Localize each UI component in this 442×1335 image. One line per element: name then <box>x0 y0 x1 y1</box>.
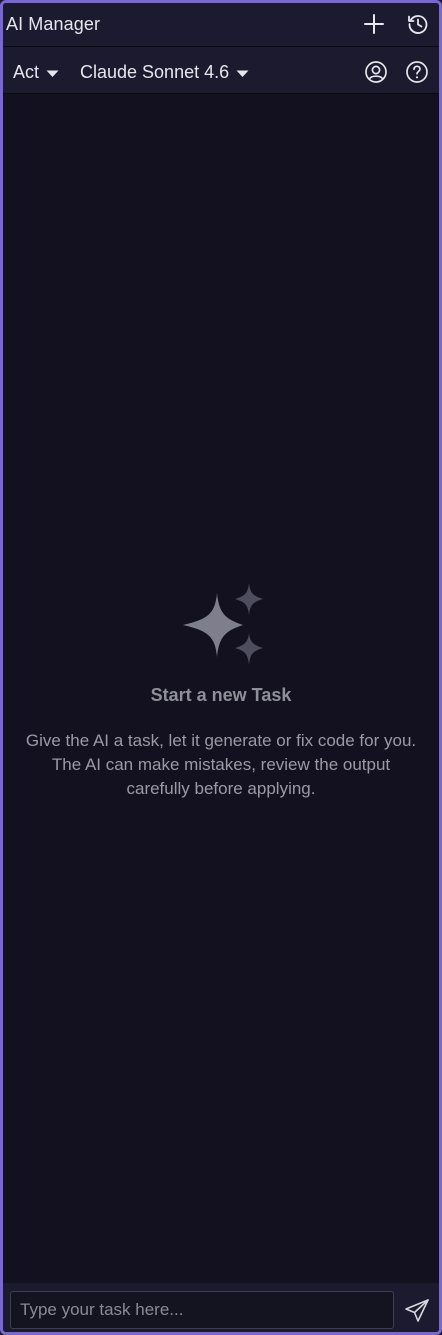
chevron-down-icon <box>46 62 59 83</box>
help-button[interactable] <box>404 59 430 85</box>
mode-label: Act <box>13 61 40 82</box>
chevron-down-icon <box>236 62 249 83</box>
empty-state-title: Start a new Task <box>150 685 292 705</box>
mode-toolbar: Act Claude Sonnet 4.6 <box>3 47 439 94</box>
mode-dropdown[interactable]: Act <box>13 61 59 83</box>
send-button[interactable] <box>403 1297 431 1325</box>
account-button[interactable] <box>363 59 389 85</box>
window-title: AI Manager <box>6 14 101 34</box>
help-circle-icon <box>406 61 428 83</box>
empty-state-description: Give the AI a task, let it generate or f… <box>25 731 417 798</box>
model-dropdown[interactable]: Claude Sonnet 4.6 <box>80 61 249 83</box>
sparkles-icon <box>183 583 263 665</box>
history-icon <box>408 15 428 34</box>
model-label: Claude Sonnet 4.6 <box>80 61 230 82</box>
title-bar: AI Manager <box>3 3 439 47</box>
send-icon <box>405 1299 429 1322</box>
task-input[interactable] <box>10 1291 394 1329</box>
task-input-bar <box>3 1283 439 1332</box>
ai-manager-panel: AI Manager Act Claude Sonnet 4.6 Start a… <box>0 0 442 1335</box>
new-task-button[interactable] <box>361 11 387 37</box>
history-button[interactable] <box>405 11 431 37</box>
plus-icon <box>364 14 384 34</box>
user-circle-icon <box>365 61 387 83</box>
